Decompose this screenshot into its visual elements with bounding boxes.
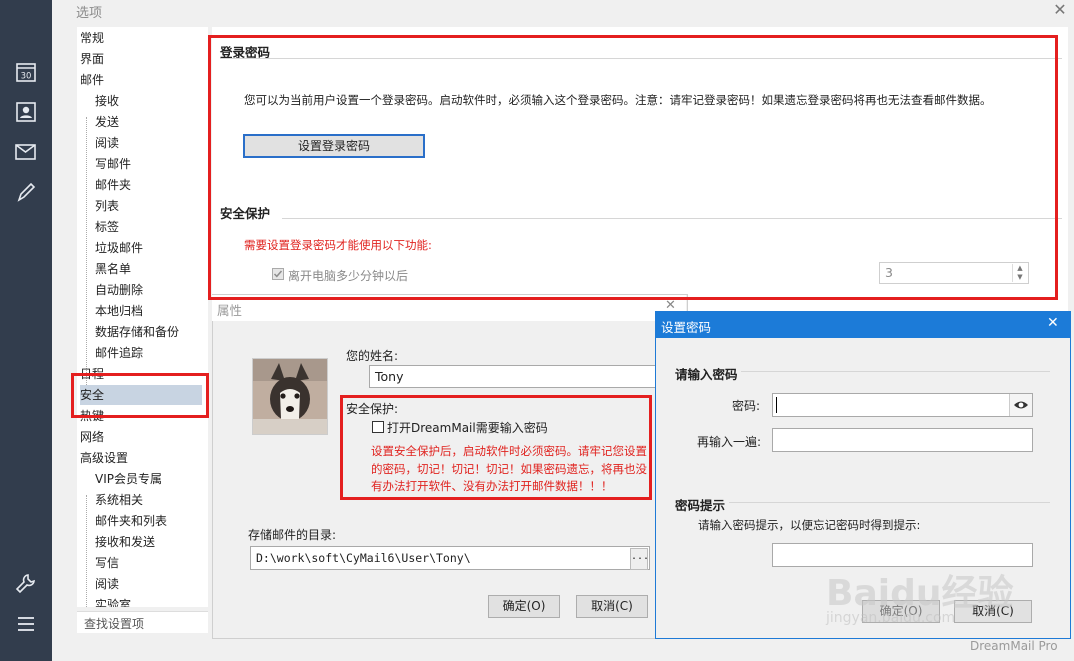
tree-item[interactable]: 发送 [95, 112, 119, 132]
compose-icon[interactable] [14, 180, 38, 204]
svg-text:30: 30 [21, 72, 32, 82]
set-password-titlebar: 设置密码 ✕ [656, 312, 1070, 338]
tree-item[interactable]: 接收 [95, 91, 119, 111]
browse-button[interactable]: ... [630, 548, 649, 570]
tree-item[interactable]: 标签 [95, 217, 119, 237]
name-label: 您的姓名: [346, 349, 399, 363]
tree-item[interactable]: 写信 [95, 553, 119, 573]
properties-ok-button[interactable]: 确定(O) [488, 595, 560, 618]
tree-item[interactable]: 邮件追踪 [95, 343, 143, 363]
tree-item[interactable]: 写邮件 [95, 154, 131, 174]
tools-icon[interactable] [14, 572, 38, 596]
tree-item[interactable]: VIP会员专属 [95, 469, 162, 489]
show-password-eye-icon[interactable] [1009, 394, 1032, 416]
watermark-brand: Baidu经验 [826, 573, 1014, 614]
tree-item[interactable]: 阅读 [95, 574, 119, 594]
mail-icon[interactable] [14, 140, 38, 164]
storage-directory-input[interactable]: D:\work\soft\CyMail6\User\Tony\ ... [250, 546, 650, 570]
tree-item[interactable]: 数据存储和备份 [95, 322, 179, 342]
tree-item[interactable]: 本地归档 [95, 301, 143, 321]
section-divider [741, 371, 1050, 372]
tree-item[interactable]: 邮件 [80, 70, 104, 90]
tree-item[interactable]: 系统相关 [95, 490, 143, 510]
tree-item[interactable]: 邮件夹 [95, 175, 131, 195]
tree-item[interactable]: 接收和发送 [95, 532, 155, 552]
text-cursor [776, 397, 777, 413]
baidu-watermark-logo: Baidu经验 jingyan.baidu.com [820, 560, 1060, 638]
confirm-password-label: 再输入一遍: [697, 435, 762, 449]
options-dialog-title: 选项 [76, 6, 103, 21]
section-divider [729, 502, 1050, 503]
settings-search-input[interactable]: 查找设置项 [77, 611, 208, 633]
tree-item[interactable]: 自动删除 [95, 280, 143, 300]
app-name-label: DreamMail Pro [970, 639, 1058, 653]
password-hint-instruction: 请输入密码提示，以便忘记密码时得到提示: [698, 518, 921, 532]
properties-dialog-title: 属性 [217, 303, 243, 318]
enter-password-heading: 请输入密码 [675, 367, 738, 382]
name-input[interactable]: Tony [369, 365, 657, 388]
storage-directory-label: 存储邮件的目录: [248, 528, 337, 542]
tree-item[interactable]: 网络 [80, 427, 104, 447]
calendar-icon[interactable]: 30 [14, 60, 38, 84]
properties-cancel-button[interactable]: 取消(C) [576, 595, 648, 618]
tree-item[interactable]: 高级设置 [80, 448, 128, 468]
tree-item[interactable]: 垃圾邮件 [95, 238, 143, 258]
password-hint-heading: 密码提示 [675, 498, 726, 513]
tree-item[interactable]: 常规 [80, 28, 104, 48]
password-label: 密码: [732, 399, 761, 413]
app-sidebar: 30 [0, 0, 52, 661]
highlight-login-section [208, 35, 1058, 300]
tree-guide-line [86, 495, 87, 607]
storage-directory-path: D:\work\soft\CyMail6\User\Tony\ [256, 551, 471, 565]
close-icon[interactable]: ✕ [1047, 315, 1059, 331]
menu-icon[interactable] [14, 612, 38, 636]
highlight-security-item [71, 373, 209, 418]
tree-guide-line [86, 117, 87, 389]
contacts-icon[interactable] [14, 100, 38, 124]
settings-tree: 常规 界面 邮件 接收 发送 阅读 写邮件 邮件夹 列表 标签 垃圾邮件 黑名单 自动删除 本地归档 数据存… [77, 27, 208, 607]
tree-item[interactable]: 列表 [95, 196, 119, 216]
tree-item[interactable]: 实验室 [95, 595, 131, 607]
set-password-title: 设置密码 [661, 320, 712, 335]
watermark-url: jingyan.baidu.com [826, 610, 956, 626]
settings-search-placeholder: 查找设置项 [84, 617, 145, 631]
password-input[interactable] [772, 393, 1033, 417]
tree-item[interactable]: 黑名单 [95, 259, 131, 279]
highlight-security-protection [340, 395, 652, 500]
tree-item[interactable]: 阅读 [95, 133, 119, 153]
confirm-password-input[interactable] [772, 428, 1033, 452]
tree-item[interactable]: 邮件夹和列表 [95, 511, 167, 531]
avatar[interactable] [252, 358, 328, 435]
close-icon[interactable]: ✕ [1051, 0, 1069, 20]
tree-item[interactable]: 界面 [80, 49, 104, 69]
